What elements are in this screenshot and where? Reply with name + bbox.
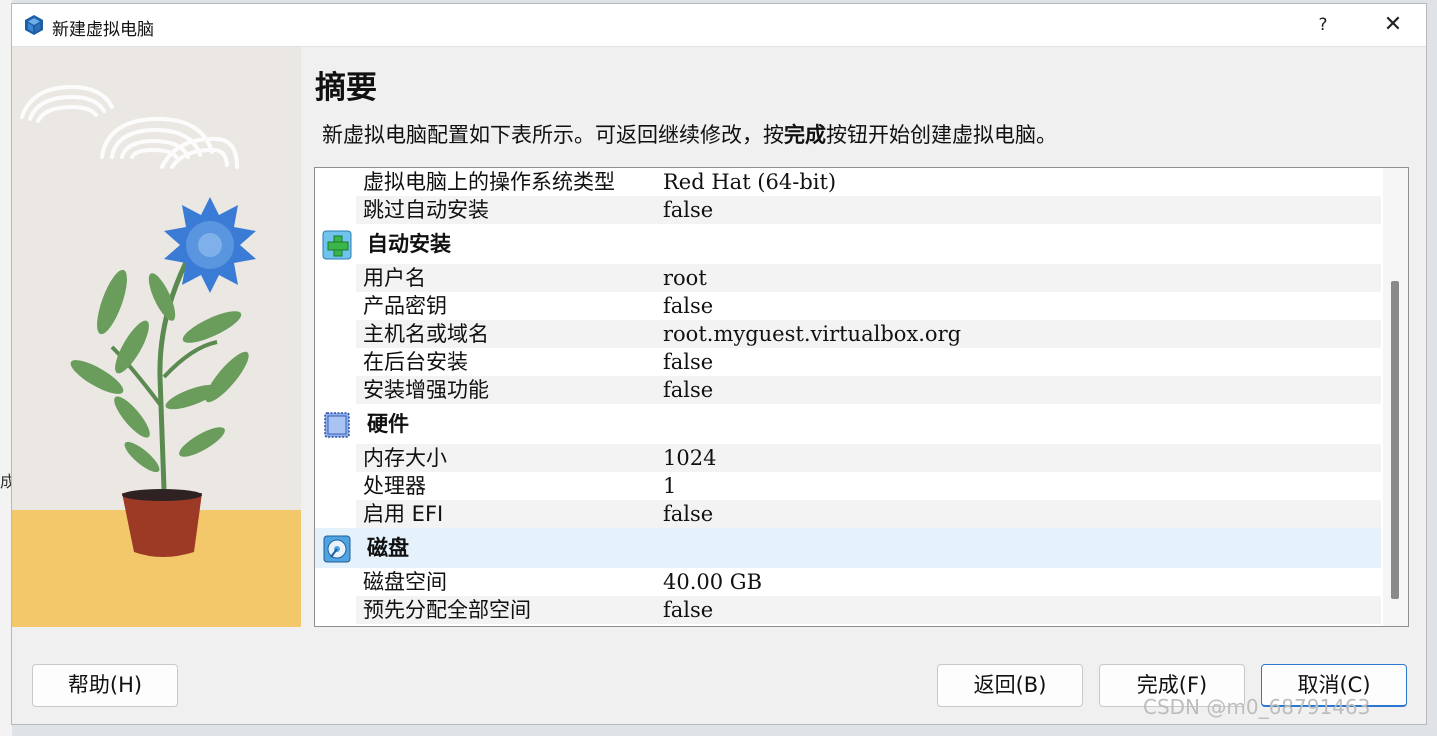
hard-disk-icon bbox=[323, 535, 351, 563]
window-title: 新建虚拟电脑 bbox=[52, 20, 154, 40]
summary-row[interactable]: 预先分配全部空间 false bbox=[315, 596, 1381, 624]
row-background bbox=[356, 568, 1381, 596]
row-key: 启用 EFI bbox=[363, 502, 444, 526]
summary-scrollbar[interactable] bbox=[1383, 168, 1408, 626]
summary-rows: 虚拟电脑上的操作系统类型 Red Hat (64-bit) 跳过自动安装 fal… bbox=[315, 168, 1381, 624]
section-title: 硬件 bbox=[367, 412, 409, 436]
virtualbox-icon bbox=[25, 15, 43, 35]
section-hardware[interactable]: 硬件 bbox=[315, 404, 1381, 444]
summary-row[interactable]: 启用 EFI false bbox=[315, 500, 1381, 528]
description-text-after: 按钮开始创建虚拟电脑。 bbox=[826, 123, 1057, 147]
scrollbar-thumb[interactable] bbox=[1391, 281, 1399, 599]
page-description: 新虚拟电脑配置如下表所示。可返回继续修改，按完成按钮开始创建虚拟电脑。 bbox=[322, 119, 1057, 149]
flower-pot-illustration bbox=[12, 47, 301, 627]
row-background bbox=[356, 196, 1381, 224]
summary-row[interactable]: 磁盘空间 40.00 GB bbox=[315, 568, 1381, 596]
section-unattended-install[interactable]: 自动安装 bbox=[315, 224, 1381, 264]
summary-row[interactable]: 主机名或域名 root.myguest.virtualbox.org bbox=[315, 320, 1381, 348]
row-value: 1024 bbox=[663, 446, 717, 470]
csdn-watermark: CSDN @m0_68791463 bbox=[1143, 695, 1371, 719]
unattended-install-icon bbox=[322, 230, 352, 260]
row-value: false bbox=[663, 378, 714, 402]
help-button[interactable]: 帮助(H) bbox=[32, 664, 178, 707]
row-key: 预先分配全部空间 bbox=[363, 598, 531, 622]
close-button[interactable]: ✕ bbox=[1378, 12, 1408, 38]
summary-row[interactable]: 内存大小 1024 bbox=[315, 444, 1381, 472]
row-key: 处理器 bbox=[363, 474, 426, 498]
row-value: root.myguest.virtualbox.org bbox=[663, 322, 962, 346]
row-background bbox=[356, 292, 1381, 320]
title-help-button[interactable]: ? bbox=[1308, 12, 1338, 38]
description-text-before: 新虚拟电脑配置如下表所示。可返回继续修改，按 bbox=[322, 123, 784, 147]
row-value: false bbox=[663, 198, 714, 222]
row-key: 安装增强功能 bbox=[363, 378, 489, 402]
row-key: 用户名 bbox=[363, 266, 426, 290]
back-button[interactable]: 返回(B) bbox=[937, 664, 1083, 707]
new-vm-dialog: 新建虚拟电脑 ? ✕ 摘要 新虚拟电脑配置如下表所示。可返回继续修改，按完成按钮… bbox=[11, 3, 1427, 725]
summary-row[interactable]: 跳过自动安装 false bbox=[315, 196, 1381, 224]
summary-row[interactable]: 产品密钥 false bbox=[315, 292, 1381, 320]
row-value: Red Hat (64-bit) bbox=[663, 170, 837, 194]
summary-row[interactable]: 在后台安装 false bbox=[315, 348, 1381, 376]
summary-row[interactable]: 处理器 1 bbox=[315, 472, 1381, 500]
row-background bbox=[356, 264, 1381, 292]
row-value: false bbox=[663, 502, 714, 526]
row-value: false bbox=[663, 598, 714, 622]
row-value: 1 bbox=[663, 474, 677, 498]
summary-table[interactable]: 虚拟电脑上的操作系统类型 Red Hat (64-bit) 跳过自动安装 fal… bbox=[314, 167, 1409, 627]
row-key: 跳过自动安装 bbox=[363, 198, 489, 222]
section-title: 自动安装 bbox=[367, 232, 451, 256]
row-value: root bbox=[663, 266, 707, 290]
description-text-bold: 完成 bbox=[784, 123, 826, 147]
row-background bbox=[356, 472, 1381, 500]
row-background bbox=[356, 444, 1381, 472]
summary-row[interactable]: 虚拟电脑上的操作系统类型 Red Hat (64-bit) bbox=[315, 168, 1381, 196]
row-background bbox=[356, 348, 1381, 376]
row-value: 40.00 GB bbox=[663, 570, 763, 594]
row-key: 在后台安装 bbox=[363, 350, 468, 374]
summary-row[interactable]: 用户名 root bbox=[315, 264, 1381, 292]
row-background bbox=[356, 376, 1381, 404]
hardware-chip-icon bbox=[324, 412, 350, 438]
row-key: 虚拟电脑上的操作系统类型 bbox=[363, 170, 615, 194]
row-key: 主机名或域名 bbox=[363, 322, 489, 346]
section-title: 磁盘 bbox=[367, 536, 409, 560]
title-bar: 新建虚拟电脑 ? ✕ bbox=[12, 4, 1426, 47]
section-disk[interactable]: 磁盘 bbox=[315, 528, 1381, 568]
row-key: 内存大小 bbox=[363, 446, 447, 470]
page-heading: 摘要 bbox=[315, 70, 377, 106]
row-value: false bbox=[663, 294, 714, 318]
summary-row[interactable]: 安装增强功能 false bbox=[315, 376, 1381, 404]
row-value: false bbox=[663, 350, 714, 374]
row-key: 产品密钥 bbox=[363, 294, 447, 318]
row-key: 磁盘空间 bbox=[363, 570, 447, 594]
row-background bbox=[356, 500, 1381, 528]
